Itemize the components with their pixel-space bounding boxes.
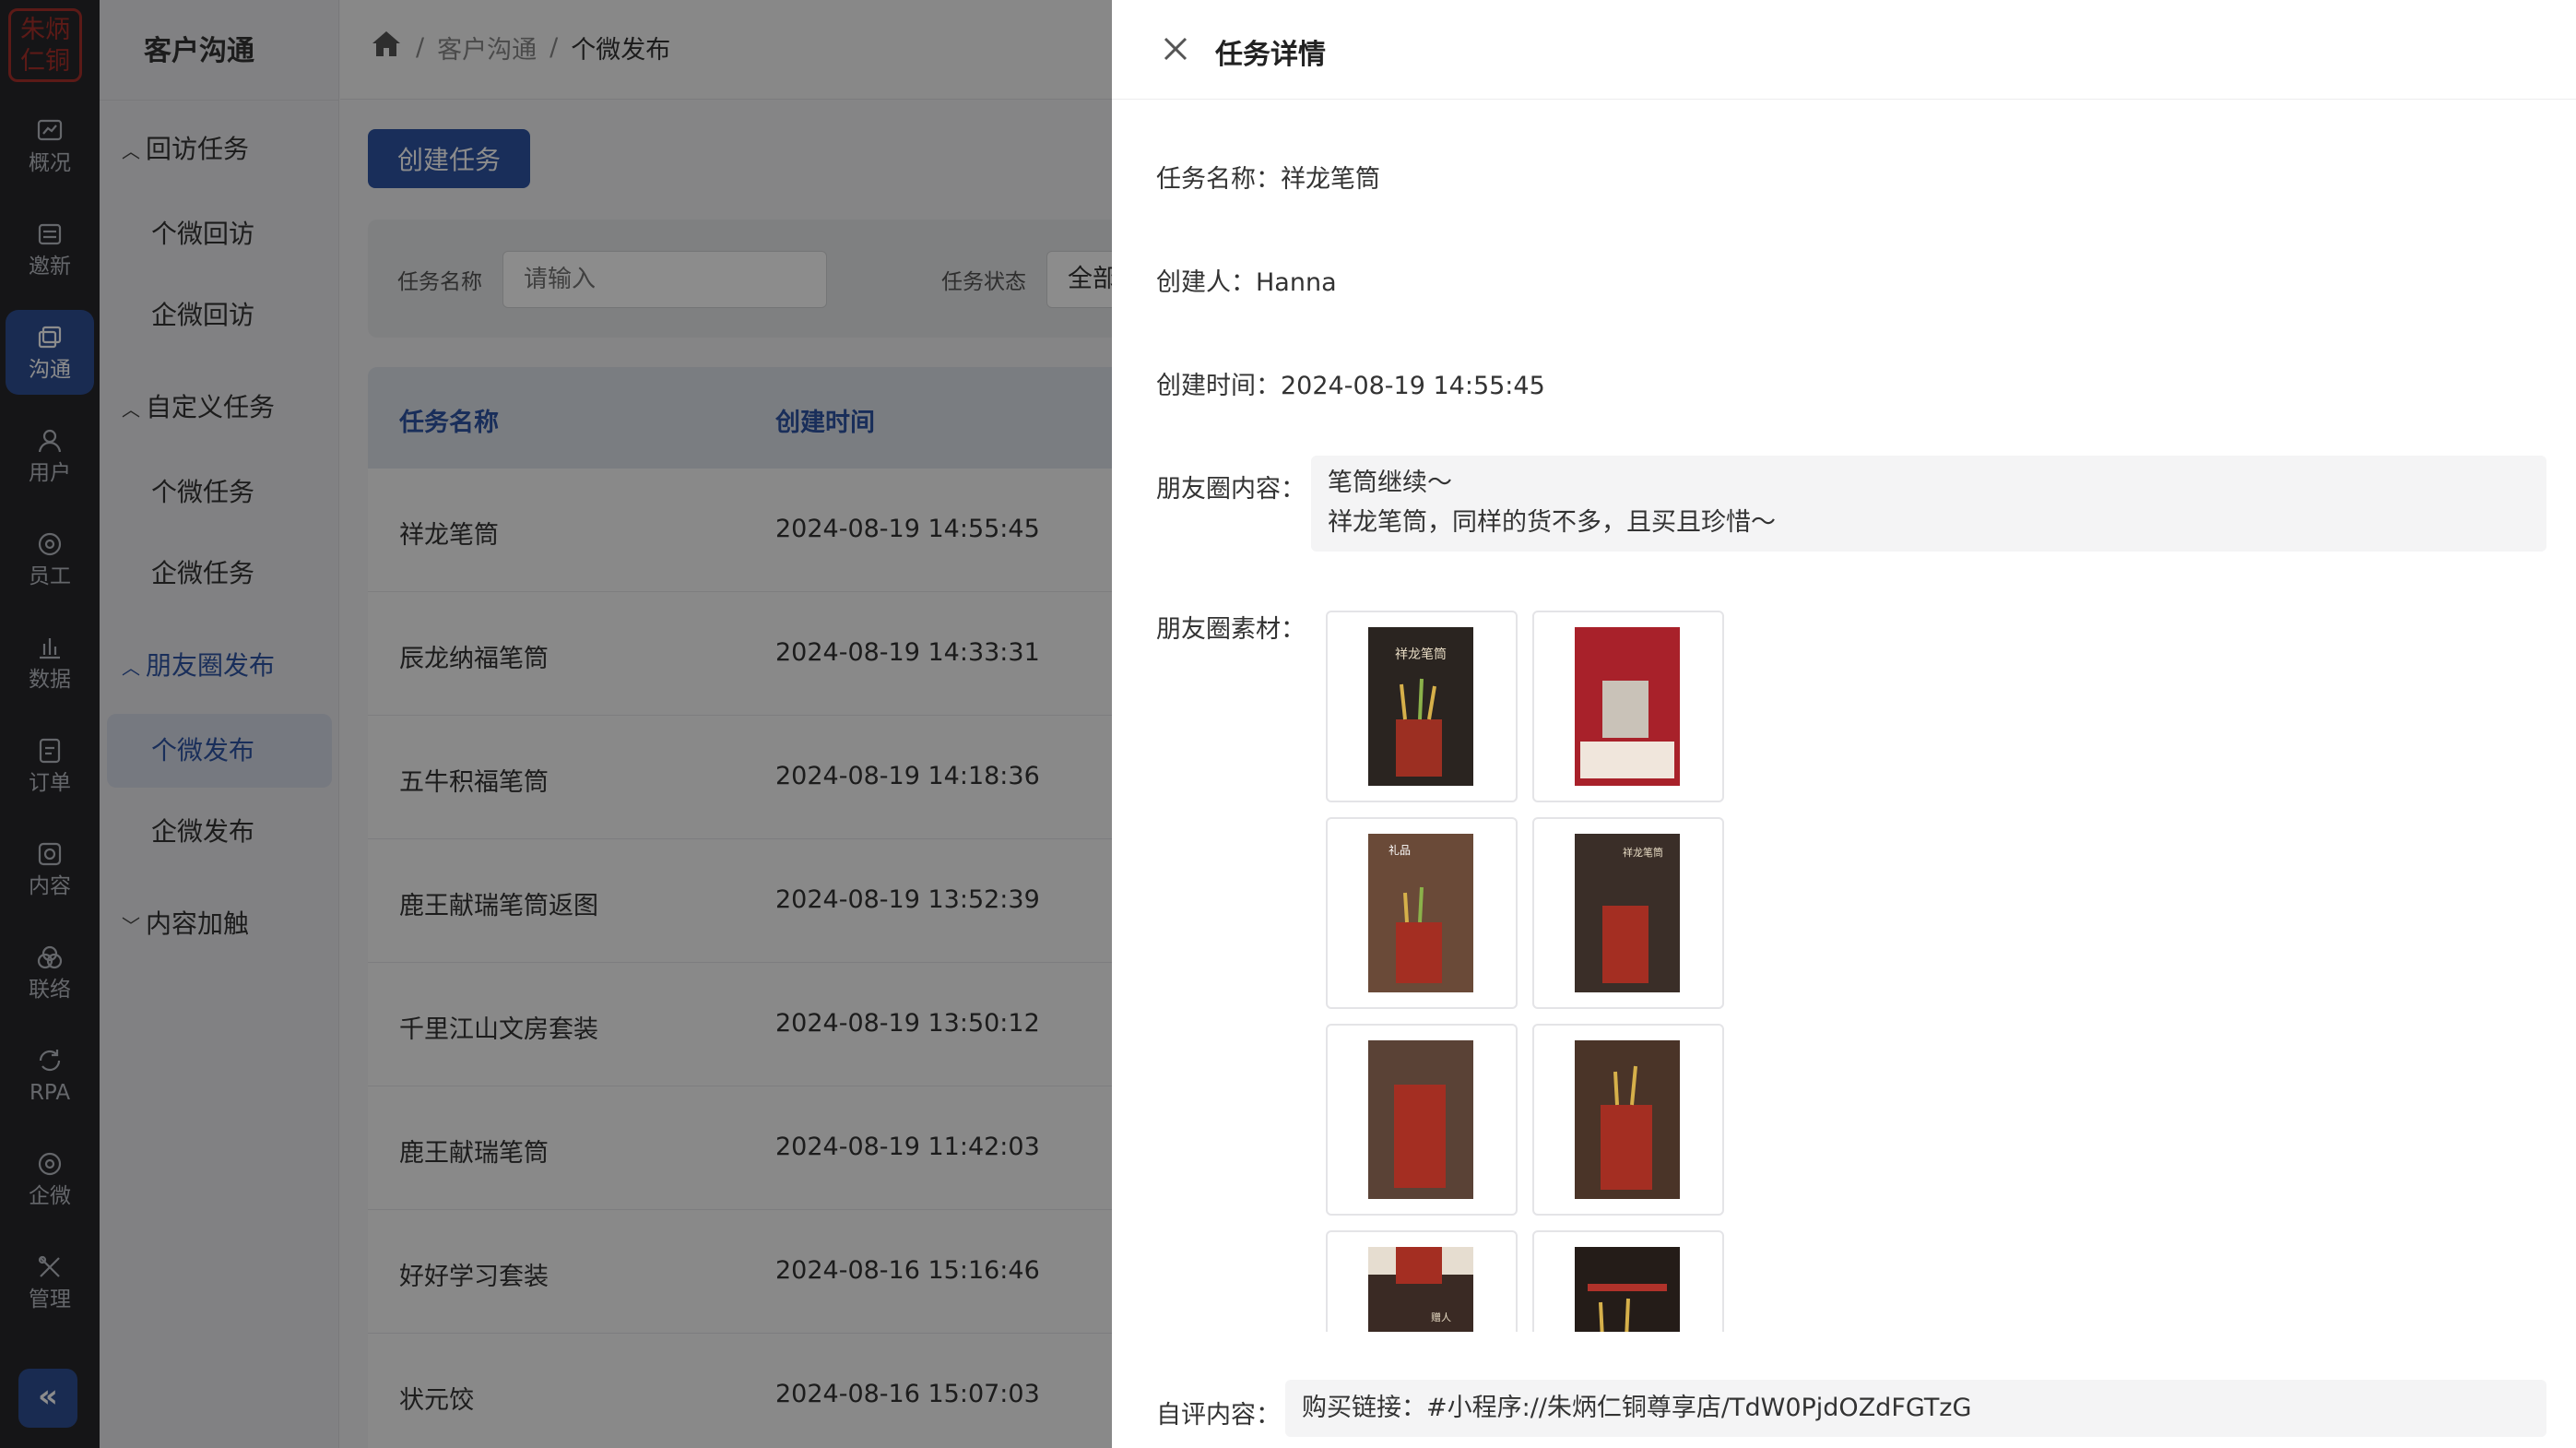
field-creator: 创建人：Hanna [1156,262,1337,298]
material-thumb[interactable]: 赠人 [1326,1230,1518,1332]
thumb-caption: 祥龙笔筒 [1623,846,1663,859]
comment-content-box: 购买链接：#小程序://朱炳仁铜尊享店/TdW0PjdOZdFGTzG [1285,1380,2546,1437]
moments-line: 笔筒继续～ [1328,469,1452,497]
material-thumb[interactable] [1532,1230,1724,1332]
moments-content-box: 笔筒继续～ 祥龙笔筒，同样的货不多，且买且珍惜～ [1311,456,2546,552]
field-label: 创建人： [1156,268,1256,297]
field-value: Hanna [1256,268,1337,297]
field-label: 任务名称： [1156,165,1281,194]
material-thumb[interactable] [1532,611,1724,802]
material-thumb[interactable]: 祥龙笔筒 [1532,817,1724,1009]
field-comment-label: 自评内容： [1156,1401,1281,1430]
material-thumb[interactable] [1326,1024,1518,1216]
field-value: 2024-08-19 14:55:45 [1281,372,1545,400]
field-task-name: 任务名称：祥龙笔筒 [1156,159,1380,195]
close-icon[interactable] [1158,31,1193,66]
field-material-label: 朋友圈素材： [1156,615,1306,644]
task-detail-drawer: 任务详情 任务名称：祥龙笔筒 创建人：Hanna 创建时间：2024-08-19… [1112,0,2576,1448]
field-label: 创建时间： [1156,372,1281,400]
thumb-caption: 礼品 [1388,843,1411,857]
field-value: 祥龙笔筒 [1281,165,1380,194]
material-thumb[interactable] [1532,1024,1724,1216]
thumb-caption: 祥龙笔筒 [1395,647,1447,662]
field-moments-label: 朋友圈内容： [1156,475,1306,504]
thumb-caption: 赠人 [1431,1311,1451,1323]
field-created-time: 创建时间：2024-08-19 14:55:45 [1156,365,1545,401]
moments-line: 祥龙笔筒，同样的货不多，且买且珍惜～ [1328,508,1776,537]
drawer-title: 任务详情 [1215,39,1326,71]
modal-mask[interactable] [0,0,1112,1448]
material-gallery: 祥龙笔筒 礼品 祥龙笔筒 赠人 [1326,609,1750,1332]
drawer-header: 任务详情 [1112,0,2576,100]
material-thumb[interactable]: 礼品 [1326,817,1518,1009]
material-thumb[interactable]: 祥龙笔筒 [1326,611,1518,802]
